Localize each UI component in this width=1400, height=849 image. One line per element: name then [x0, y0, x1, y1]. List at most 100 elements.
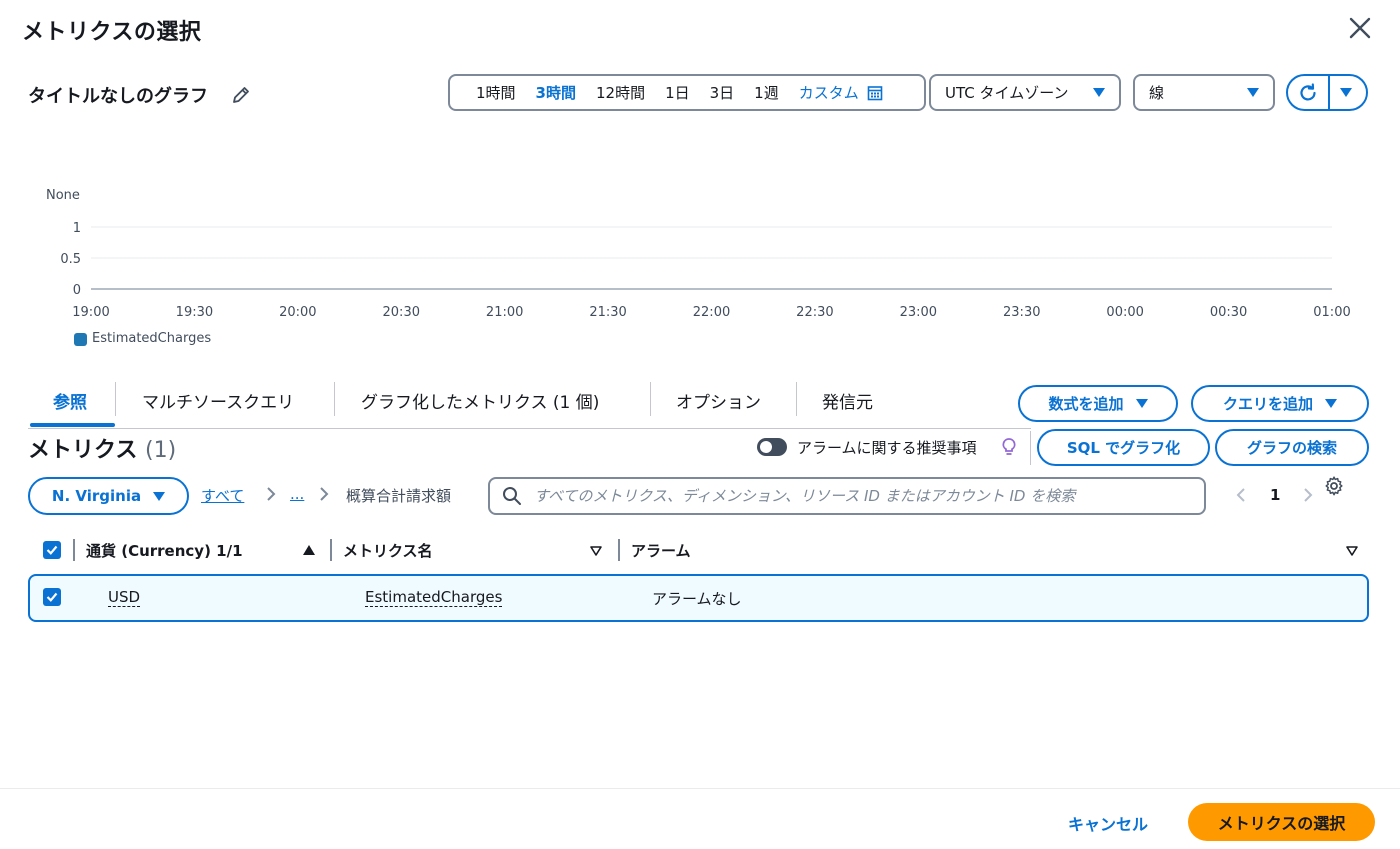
breadcrumb-ellipsis[interactable]: ... [290, 485, 304, 503]
column-header-metric-name[interactable]: メトリクス名 [343, 540, 433, 561]
chevron-right-icon [267, 487, 276, 501]
region-select[interactable]: N. Virginia [28, 477, 189, 515]
x-tick-label: 00:30 [1210, 305, 1247, 320]
add-math-button[interactable]: 数式を追加 [1018, 385, 1178, 422]
tab-browse[interactable]: 参照 [53, 388, 87, 413]
line-chart: 1 0.5 0 19:00 19:30 20:00 20:30 21:00 21:30 22:00… [60, 221, 1350, 320]
legend-label[interactable]: EstimatedCharges [92, 331, 211, 346]
add-math-label: 数式を追加 [1048, 395, 1124, 413]
x-tick-label: 20:30 [383, 305, 420, 320]
metric-search-field[interactable] [488, 477, 1206, 515]
sort-icon[interactable] [590, 546, 602, 556]
row-checkbox[interactable] [43, 588, 61, 606]
breadcrumb-all[interactable]: すべて [201, 485, 244, 506]
add-query-label: クエリを追加 [1222, 395, 1313, 413]
footer-divider [0, 788, 1400, 789]
calendar-icon[interactable] [867, 85, 883, 101]
x-tick-label: 22:30 [796, 305, 833, 320]
metrics-count: (1) [145, 438, 177, 463]
page-number[interactable]: 1 [1270, 486, 1280, 504]
checkmark-icon [46, 545, 58, 555]
x-tick-label: 01:00 [1313, 305, 1350, 320]
x-tick-label: 21:30 [589, 305, 626, 320]
search-icon [503, 487, 521, 505]
chevron-left-icon[interactable] [1235, 486, 1247, 504]
chevron-right-icon[interactable] [1302, 486, 1314, 504]
gear-icon[interactable] [1324, 476, 1344, 496]
column-header-currency[interactable]: 通貨 (Currency) 1/1 [86, 540, 243, 561]
refresh-control [1286, 74, 1368, 111]
range-custom[interactable]: カスタム [799, 82, 859, 103]
caret-down-icon [1340, 88, 1352, 97]
range-3d[interactable]: 3日 [710, 82, 735, 103]
timezone-value: UTC タイムゾーン [945, 84, 1069, 102]
column-header-alarm[interactable]: アラーム [631, 540, 691, 561]
tab-divider [650, 382, 651, 416]
sort-ascending-icon[interactable] [303, 545, 315, 555]
x-tick-label: 19:00 [72, 305, 109, 320]
lightbulb-icon [1002, 438, 1016, 455]
metrics-heading: メトリクス (1) [28, 432, 176, 464]
caret-down-icon [1135, 399, 1148, 408]
sort-icon[interactable] [1346, 546, 1358, 556]
column-separator [73, 539, 75, 561]
x-tick-label: 20:00 [279, 305, 316, 320]
add-query-button[interactable]: クエリを追加 [1191, 385, 1369, 422]
search-input[interactable] [534, 487, 1194, 505]
metrics-heading-label: メトリクス [28, 438, 138, 463]
graph-type-select[interactable]: 線 [1133, 74, 1275, 111]
tab-options[interactable]: オプション [676, 388, 761, 413]
caret-down-icon [1325, 399, 1337, 408]
x-tick-label: 23:30 [1003, 305, 1040, 320]
cancel-button[interactable]: キャンセル [1068, 811, 1148, 835]
range-1d[interactable]: 1日 [665, 82, 690, 103]
tab-multi-source-query[interactable]: マルチソースクエリ [142, 388, 294, 413]
alarm-recommendations-toggle[interactable] [757, 438, 787, 456]
select-all-checkbox[interactable] [43, 541, 61, 559]
tab-divider [796, 382, 797, 416]
tab-divider [115, 382, 116, 416]
pencil-icon[interactable] [230, 84, 252, 106]
chevron-right-icon [320, 487, 329, 501]
range-1h[interactable]: 1時間 [476, 82, 516, 103]
cell-metric-name[interactable]: EstimatedCharges [365, 588, 503, 607]
range-3h[interactable]: 3時間 [536, 82, 576, 103]
tabs-border [28, 428, 1031, 429]
column-separator [330, 539, 332, 561]
alarm-recommendations-label: アラームに関する推奨事項 [797, 439, 977, 457]
toggle-knob [760, 441, 772, 453]
range-12h[interactable]: 12時間 [596, 82, 645, 103]
x-tick-label: 19:30 [176, 305, 213, 320]
y-tick-label: 1 [73, 221, 81, 236]
caret-down-icon [1247, 88, 1259, 97]
column-separator [618, 539, 620, 561]
close-icon[interactable] [1346, 14, 1374, 42]
y-tick-label: 0.5 [60, 252, 81, 267]
range-1w[interactable]: 1週 [754, 82, 779, 103]
checkmark-icon [46, 592, 58, 602]
tab-divider [334, 382, 335, 416]
active-tab-indicator [30, 423, 115, 427]
divider [1030, 431, 1031, 465]
x-tick-label: 00:00 [1106, 305, 1143, 320]
sql-graph-button[interactable]: SQL でグラフ化 [1037, 429, 1210, 466]
tab-source[interactable]: 発信元 [822, 388, 873, 413]
breadcrumb-current: 概算合計請求額 [346, 487, 452, 505]
y-tick-label: 0 [73, 283, 81, 298]
graph-type-value: 線 [1149, 84, 1165, 102]
graph-search-button[interactable]: グラフの検索 [1215, 429, 1369, 466]
graph-title: タイトルなしのグラフ [28, 86, 208, 107]
refresh-options-dropdown[interactable] [1330, 76, 1366, 109]
x-tick-label: 21:00 [486, 305, 523, 320]
timezone-select[interactable]: UTC タイムゾーン [929, 74, 1121, 111]
caret-down-icon [1093, 88, 1105, 97]
time-range-selector: 1時間 3時間 12時間 1日 3日 1週 カスタム [448, 74, 926, 111]
legend-swatch [74, 333, 87, 346]
select-metrics-button[interactable]: メトリクスの選択 [1188, 803, 1375, 841]
tab-graphed-metrics[interactable]: グラフ化したメトリクス (1 個) [361, 388, 599, 413]
caret-down-icon [153, 491, 166, 501]
refresh-button[interactable] [1288, 76, 1330, 109]
cell-currency[interactable]: USD [108, 588, 141, 607]
modal-title: メトリクスの選択 [22, 20, 202, 45]
x-tick-label: 22:00 [693, 305, 730, 320]
